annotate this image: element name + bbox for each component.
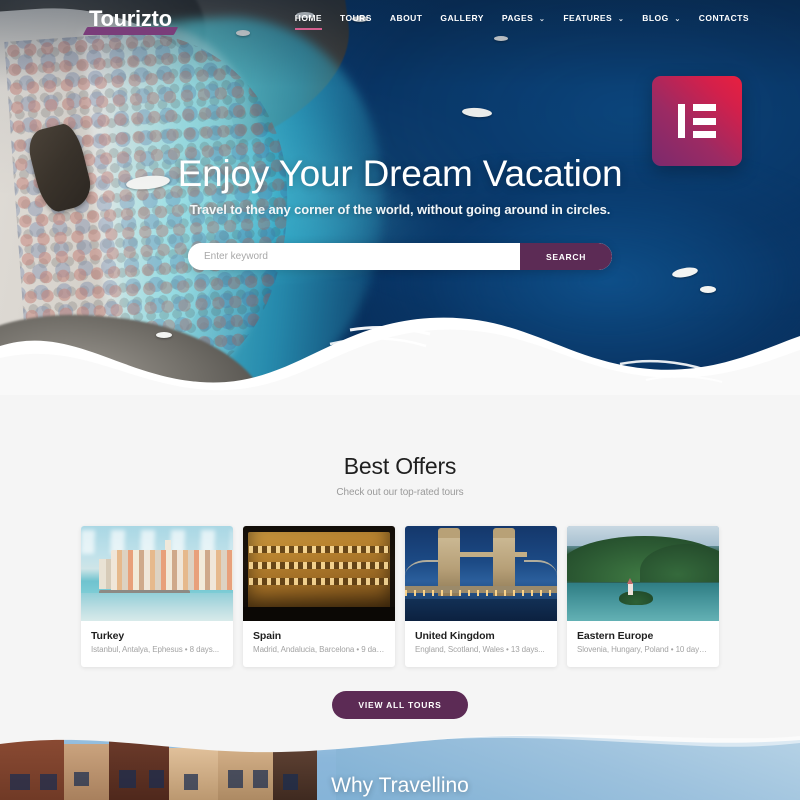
card-bridge-cable	[523, 560, 557, 586]
elementor-icon-bar-top	[693, 104, 716, 111]
elementor-icon-bar-middle	[693, 117, 716, 125]
nav-label: CONTACTS	[698, 13, 749, 23]
card-church-roof	[626, 578, 633, 584]
card-body: Turkey Istanbul, Antalya, Ephesus • 8 da…	[81, 621, 233, 667]
card-title: Turkey	[91, 630, 125, 642]
search-button[interactable]: SEARCH	[520, 243, 612, 270]
offer-card-spain[interactable]: Spain Madrid, Andalucia, Barcelona • 9 d…	[243, 526, 395, 667]
hero-content: Enjoy Your Dream Vacation Travel to the …	[0, 0, 800, 395]
hero-subtitle: Travel to the any corner of the world, w…	[189, 202, 611, 217]
card-buildings-front	[111, 550, 233, 590]
elementor-icon	[678, 104, 716, 138]
card-title: United Kingdom	[415, 630, 495, 642]
why-travellino-section: Why Travellino	[0, 730, 800, 800]
nav-label: HOME	[294, 13, 323, 23]
logo[interactable]: Tourizto	[82, 6, 178, 35]
offer-card-turkey[interactable]: Turkey Istanbul, Antalya, Ephesus • 8 da…	[81, 526, 233, 667]
chevron-down-icon: ⌄	[539, 16, 546, 23]
elementor-icon-bar-bottom	[693, 131, 716, 138]
search-input[interactable]	[188, 243, 520, 270]
offer-card-united-kingdom[interactable]: United Kingdom England, Scotland, Wales …	[405, 526, 557, 667]
nav-item-features[interactable]: FEATURES ⌄	[554, 13, 633, 23]
offer-card-eastern-europe[interactable]: Eastern Europe Slovenia, Hungary, Poland…	[567, 526, 719, 667]
view-all-wrapper: VIEW ALL TOURS	[0, 691, 800, 719]
card-body: United Kingdom England, Scotland, Wales …	[405, 621, 557, 667]
card-window-row	[249, 562, 389, 569]
nav-item-gallery[interactable]: GALLERY	[431, 13, 492, 23]
card-meta: Slovenia, Hungary, Poland • 10 days...	[577, 645, 709, 654]
card-image-eastern-europe	[567, 526, 719, 621]
card-river	[405, 599, 557, 621]
card-building	[247, 532, 391, 610]
site-header: Tourizto HOME TOURS ABOUT GALLERY PAGES …	[0, 0, 800, 40]
nav-label: GALLERY	[440, 13, 484, 23]
card-church	[627, 583, 633, 595]
card-title: Spain	[253, 630, 282, 642]
card-island	[618, 591, 653, 605]
section-header: Best Offers Check out our top-rated tour…	[0, 395, 800, 498]
elementor-icon-bar-vertical	[678, 104, 685, 138]
card-meta: Madrid, Andalucia, Barcelona • 9 days...	[253, 645, 385, 654]
card-body: Eastern Europe Slovenia, Hungary, Poland…	[567, 621, 719, 667]
view-all-tours-button[interactable]: VIEW ALL TOURS	[332, 691, 468, 719]
offer-cards-list: Turkey Istanbul, Antalya, Ephesus • 8 da…	[0, 526, 800, 667]
section-subtitle: Check out our top-rated tours	[336, 487, 464, 498]
card-title: Eastern Europe	[577, 630, 654, 642]
main-navigation: HOME TOURS ABOUT GALLERY PAGES ⌄ FEATURE…	[286, 13, 758, 30]
webpage-screenshot: Enjoy Your Dream Vacation Travel to the …	[0, 0, 800, 800]
nav-label: FEATURES	[563, 13, 613, 23]
card-ground	[243, 607, 395, 621]
elementor-logo-badge	[652, 76, 742, 166]
nav-item-tours[interactable]: TOURS	[331, 13, 381, 23]
nav-label: ABOUT	[389, 13, 423, 23]
nav-label: TOURS	[340, 13, 372, 23]
section-title: Best Offers	[343, 453, 457, 479]
nav-item-contacts[interactable]: CONTACTS	[690, 13, 758, 23]
card-image-united-kingdom	[405, 526, 557, 621]
why-wave-divider	[0, 730, 800, 756]
card-image-turkey	[81, 526, 233, 621]
best-offers-section: Best Offers Check out our top-rated tour…	[0, 395, 800, 730]
nav-item-home[interactable]: HOME	[286, 13, 331, 30]
nav-item-pages[interactable]: PAGES ⌄	[493, 13, 555, 23]
card-window-row	[249, 546, 389, 553]
why-section-title: Why Travellino	[331, 774, 469, 797]
nav-item-about[interactable]: ABOUT	[381, 13, 431, 23]
card-body: Spain Madrid, Andalucia, Barcelona • 9 d…	[243, 621, 395, 667]
card-meta: Istanbul, Antalya, Ephesus • 8 days...	[91, 645, 219, 654]
chevron-down-icon: ⌄	[617, 16, 625, 23]
card-bridge-tower-top	[493, 528, 516, 538]
hero-search-bar: SEARCH	[188, 243, 612, 270]
nav-label: PAGES	[501, 13, 534, 23]
card-bridge-lights	[405, 590, 557, 596]
nav-label: BLOG	[642, 13, 669, 23]
card-bridge-cable	[405, 560, 442, 586]
hero-section: Enjoy Your Dream Vacation Travel to the …	[0, 0, 800, 395]
card-window-row	[249, 578, 389, 585]
card-image-spain	[243, 526, 395, 621]
nav-item-blog[interactable]: BLOG ⌄	[633, 13, 690, 23]
card-bridge-tower-top	[438, 528, 461, 538]
logo-text: Tourizto	[89, 6, 172, 31]
hero-title: Enjoy Your Dream Vacation	[177, 153, 623, 194]
card-sea	[81, 593, 233, 621]
card-meta: England, Scotland, Wales • 13 days...	[415, 645, 545, 654]
chevron-down-icon: ⌄	[674, 16, 681, 23]
